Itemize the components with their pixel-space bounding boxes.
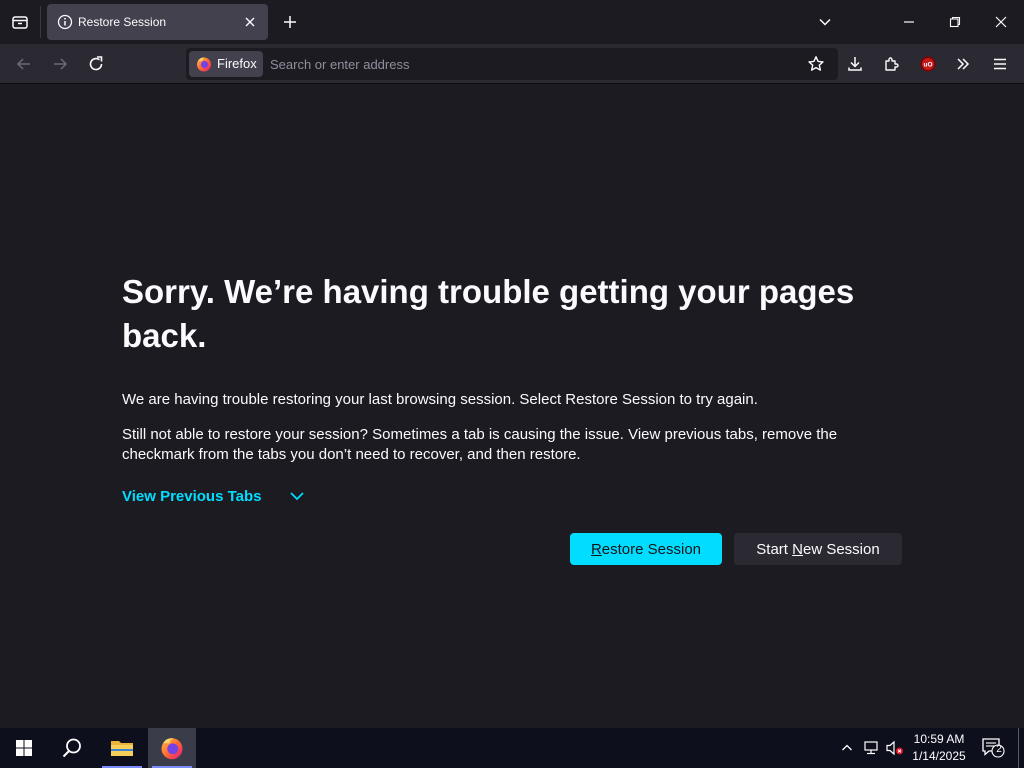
view-previous-tabs-toggle[interactable]: View Previous Tabs: [122, 485, 306, 507]
svg-text:uO: uO: [923, 62, 932, 69]
chevron-down-icon: [288, 487, 306, 505]
tab-strip-separator: [40, 6, 41, 38]
back-arrow-icon[interactable]: [12, 52, 36, 76]
restore-window-icon[interactable]: [932, 0, 978, 44]
firefox-logo-icon: [196, 56, 212, 72]
downloads-icon[interactable]: [843, 52, 867, 76]
extensions-puzzle-icon[interactable]: [880, 52, 904, 76]
url-bar[interactable]: Firefox: [186, 48, 838, 80]
address-input[interactable]: [270, 48, 790, 80]
new-session-accesskey: N: [792, 540, 803, 558]
page-title: Sorry. We’re having trouble getting your…: [122, 273, 855, 354]
page-content: Sorry. We’re having trouble getting your…: [0, 85, 1024, 728]
list-all-tabs-icon[interactable]: [8, 10, 32, 34]
minimize-icon[interactable]: [886, 0, 932, 44]
clock-date: 1/14/2025: [912, 749, 966, 763]
identity-box[interactable]: Firefox: [189, 51, 263, 77]
network-icon[interactable]: [860, 728, 882, 768]
tab-title: Restore Session: [78, 15, 167, 29]
close-tab-icon[interactable]: [241, 13, 259, 31]
new-tab-icon[interactable]: [279, 11, 301, 33]
restore-session-button[interactable]: Restore Session: [570, 533, 722, 565]
help-text: Still not able to restore your session? …: [122, 426, 838, 463]
bookmark-star-icon[interactable]: [806, 54, 826, 74]
hamburger-menu-icon[interactable]: [988, 52, 1012, 76]
volume-muted-icon[interactable]: [884, 728, 906, 768]
ublock-origin-icon[interactable]: uO: [916, 52, 940, 76]
notification-center-icon[interactable]: 2: [978, 728, 1008, 768]
restore-label-post: estore Session: [601, 540, 702, 558]
new-session-label-pre: Start: [756, 540, 793, 558]
reload-icon[interactable]: [84, 52, 108, 76]
show-hidden-icons-chevron-icon[interactable]: [838, 728, 856, 768]
overflow-chevrons-icon[interactable]: [951, 52, 975, 76]
windows-start-icon[interactable]: [0, 728, 48, 768]
info-icon: [57, 14, 73, 30]
description-text: We are having trouble restoring your las…: [122, 391, 758, 408]
notification-count-badge: 2: [996, 744, 1002, 755]
tab-restore-session[interactable]: Restore Session: [47, 4, 268, 40]
new-session-label-post: ew Session: [802, 540, 880, 558]
forward-arrow-icon[interactable]: [48, 52, 72, 76]
view-previous-tabs-label: View Previous Tabs: [122, 487, 262, 505]
windows-taskbar: 10:59 AM 1/14/2025 2: [0, 728, 1024, 768]
identity-label: Firefox: [217, 56, 257, 71]
list-all-tabs-chevron-icon[interactable]: [802, 0, 848, 44]
firefox-taskbar-icon[interactable]: [148, 728, 196, 768]
file-explorer-icon[interactable]: [98, 728, 146, 768]
clock-time: 10:59 AM: [913, 732, 965, 746]
system-clock[interactable]: 10:59 AM 1/14/2025: [906, 731, 972, 765]
search-icon[interactable]: [48, 728, 96, 768]
show-desktop-divider[interactable]: [1018, 728, 1019, 768]
navigation-toolbar: Firefox uO: [0, 44, 1024, 84]
tab-strip: Restore Session: [0, 0, 1024, 44]
start-new-session-button[interactable]: Start New Session: [734, 533, 902, 565]
close-window-icon[interactable]: [978, 0, 1024, 44]
restore-accesskey: R: [590, 540, 602, 558]
